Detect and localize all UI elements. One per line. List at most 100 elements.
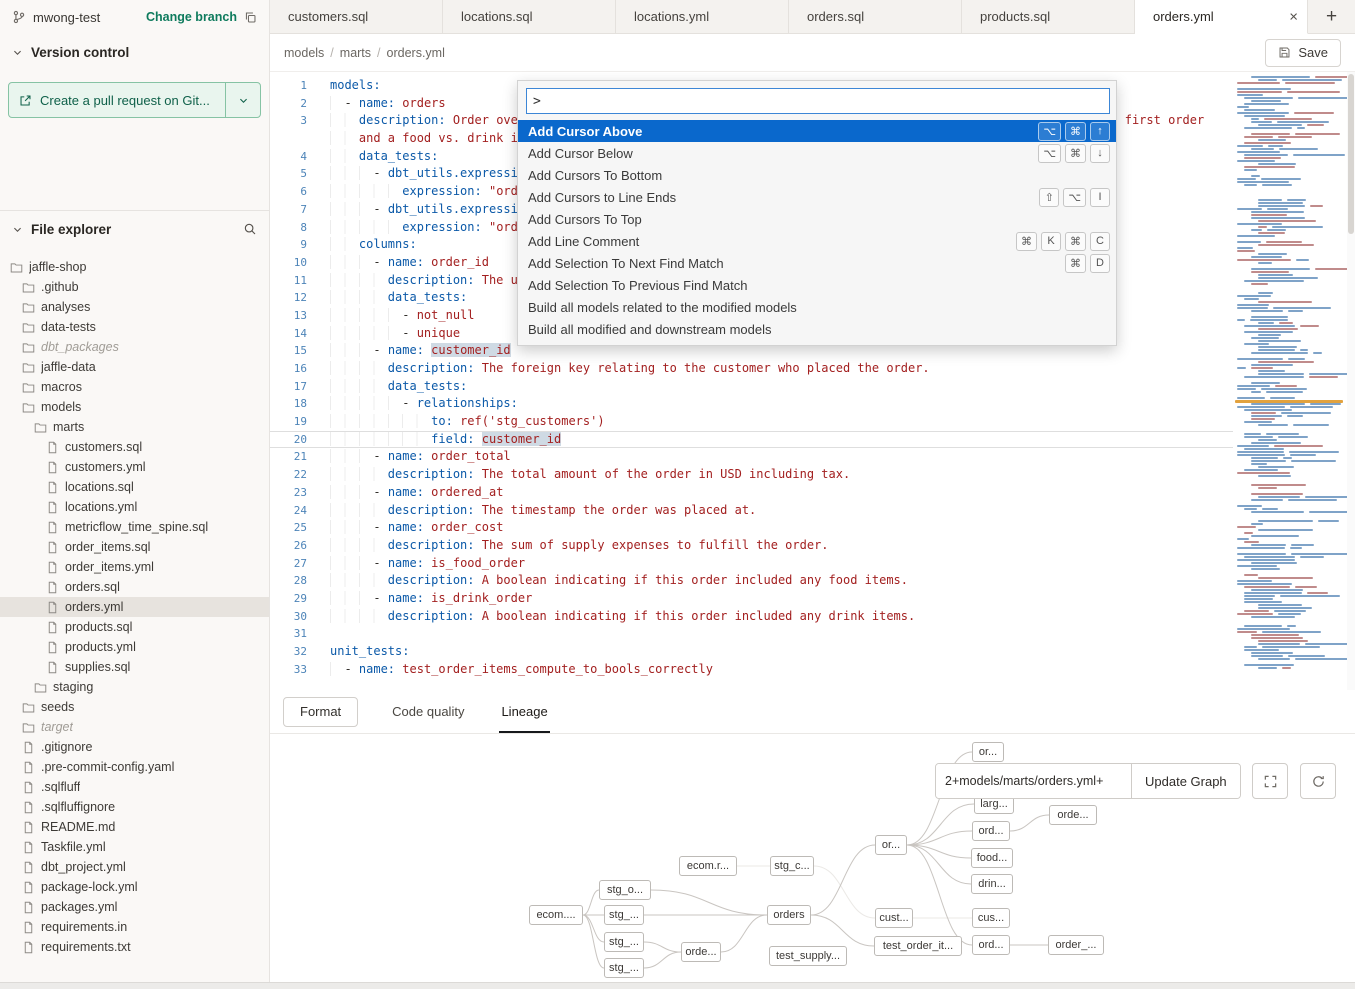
code-line[interactable]: 25 - name: order_cost (270, 519, 1233, 537)
tree-folder-.github[interactable]: .github (0, 277, 269, 297)
lineage-node[interactable]: stg_o... (599, 880, 651, 900)
line-number[interactable]: 13 (270, 307, 316, 325)
tree-folder-macros[interactable]: macros (0, 377, 269, 397)
create-pr-button[interactable]: Create a pull request on Git... (8, 82, 261, 118)
line-number[interactable]: 6 (270, 183, 316, 201)
tree-file-dbt_project.yml[interactable]: dbt_project.yml (0, 857, 269, 877)
tree-folder-data-tests[interactable]: data-tests (0, 317, 269, 337)
lineage-node[interactable]: ecom.r... (679, 856, 737, 876)
lineage-node[interactable]: stg_... (604, 905, 644, 925)
tree-file-orders.yml[interactable]: orders.yml (0, 597, 269, 617)
tree-file-.sqlfluffignore[interactable]: .sqlfluffignore (0, 797, 269, 817)
tree-file-.sqlfluff[interactable]: .sqlfluff (0, 777, 269, 797)
code-line[interactable]: 28 description: A boolean indicating if … (270, 572, 1233, 590)
tree-folder-staging[interactable]: staging (0, 677, 269, 697)
code-line[interactable]: 20 field: customer_id (270, 431, 1233, 449)
tab-code-quality[interactable]: Code quality (390, 690, 466, 733)
line-number[interactable]: 1 (270, 77, 316, 95)
tree-folder-marts[interactable]: marts (0, 417, 269, 437)
line-number[interactable] (270, 130, 316, 148)
line-number[interactable]: 12 (270, 289, 316, 307)
palette-item[interactable]: Add Selection To Previous Find Match (518, 274, 1116, 296)
line-number[interactable]: 18 (270, 395, 316, 413)
line-number[interactable]: 29 (270, 590, 316, 608)
line-number[interactable]: 28 (270, 572, 316, 590)
tree-file-products.sql[interactable]: products.sql (0, 617, 269, 637)
copy-icon[interactable] (244, 11, 257, 24)
tree-file-.gitignore[interactable]: .gitignore (0, 737, 269, 757)
tree-folder-dbt_packages[interactable]: dbt_packages (0, 337, 269, 357)
line-number[interactable]: 2 (270, 95, 316, 113)
file-explorer-header[interactable]: File explorer (0, 211, 269, 247)
lineage-node[interactable]: food... (971, 848, 1013, 868)
code-line[interactable]: 19 to: ref('stg_customers') (270, 413, 1233, 431)
lineage-node[interactable]: order_... (1048, 935, 1104, 955)
version-control-header[interactable]: Version control (0, 34, 269, 70)
palette-item[interactable]: Add Cursors to Line Ends⇧⌥I (518, 186, 1116, 208)
line-number[interactable]: 32 (270, 643, 316, 661)
lineage-node[interactable]: test_order_it... (874, 936, 962, 956)
lineage-node[interactable]: orde... (681, 942, 721, 962)
palette-item[interactable]: Build all models related to the modified… (518, 296, 1116, 318)
line-number[interactable]: 23 (270, 484, 316, 502)
tree-folder-analyses[interactable]: analyses (0, 297, 269, 317)
tree-folder-models[interactable]: models (0, 397, 269, 417)
refresh-graph-button[interactable] (1300, 763, 1336, 799)
tree-file-customers.yml[interactable]: customers.yml (0, 457, 269, 477)
format-button[interactable]: Format (283, 697, 358, 727)
tab-orders.sql[interactable]: orders.sql (789, 0, 962, 33)
code-line[interactable]: 30 description: A boolean indicating if … (270, 608, 1233, 626)
line-number[interactable]: 5 (270, 165, 316, 183)
tree-file-requirements.in[interactable]: requirements.in (0, 917, 269, 937)
command-palette-input[interactable] (526, 88, 1110, 114)
line-number[interactable]: 4 (270, 148, 316, 166)
new-tab-button[interactable]: + (1308, 0, 1355, 33)
tree-file-orders.sql[interactable]: orders.sql (0, 577, 269, 597)
code-line[interactable]: 22 description: The total amount of the … (270, 466, 1233, 484)
horizontal-scrollbar[interactable] (0, 982, 1355, 989)
line-number[interactable]: 19 (270, 413, 316, 431)
lineage-node[interactable]: stg_... (604, 958, 644, 978)
lineage-node[interactable]: ecom.... (529, 905, 583, 925)
lineage-node[interactable]: cus... (972, 908, 1010, 928)
line-number[interactable]: 30 (270, 608, 316, 626)
tree-file-metricflow_time_spine.sql[interactable]: metricflow_time_spine.sql (0, 517, 269, 537)
tree-folder-seeds[interactable]: seeds (0, 697, 269, 717)
search-icon[interactable] (243, 222, 257, 236)
code-line[interactable]: 21 - name: order_total (270, 448, 1233, 466)
lineage-node[interactable]: ord... (972, 935, 1010, 955)
palette-item[interactable]: Add Cursors To Bottom (518, 164, 1116, 186)
tree-file-package-lock.yml[interactable]: package-lock.yml (0, 877, 269, 897)
editor-scrollbar[interactable] (1347, 72, 1355, 690)
line-number[interactable]: 26 (270, 537, 316, 555)
line-number[interactable]: 20 (270, 431, 316, 449)
lineage-node[interactable]: or... (875, 835, 907, 855)
tab-orders.yml[interactable]: orders.yml× (1135, 0, 1308, 34)
tree-file-order_items.sql[interactable]: order_items.sql (0, 537, 269, 557)
scrollbar-thumb[interactable] (1348, 74, 1354, 234)
line-number[interactable]: 14 (270, 325, 316, 343)
tree-file-Taskfile.yml[interactable]: Taskfile.yml (0, 837, 269, 857)
tree-file-locations.yml[interactable]: locations.yml (0, 497, 269, 517)
line-number[interactable]: 21 (270, 448, 316, 466)
tree-file-supplies.sql[interactable]: supplies.sql (0, 657, 269, 677)
lineage-node[interactable]: stg_c... (770, 856, 814, 876)
lineage-node[interactable]: test_supply... (769, 946, 847, 966)
fullscreen-button[interactable] (1252, 763, 1288, 799)
close-tab-icon[interactable]: × (1289, 8, 1298, 25)
palette-item[interactable]: Add Line Comment⌘K⌘C (518, 230, 1116, 252)
tree-folder-jaffle-shop[interactable]: jaffle-shop (0, 257, 269, 277)
lineage-node[interactable]: stg_... (604, 932, 644, 952)
code-line[interactable]: 18 - relationships: (270, 395, 1233, 413)
tree-file-locations.sql[interactable]: locations.sql (0, 477, 269, 497)
line-number[interactable]: 16 (270, 360, 316, 378)
code-line[interactable]: 16 description: The foreign key relating… (270, 360, 1233, 378)
line-number[interactable]: 10 (270, 254, 316, 272)
tab-locations.sql[interactable]: locations.sql (443, 0, 616, 33)
tree-file-packages.yml[interactable]: packages.yml (0, 897, 269, 917)
palette-item[interactable]: Add Cursors To Top (518, 208, 1116, 230)
line-number[interactable]: 11 (270, 272, 316, 290)
tree-file-order_items.yml[interactable]: order_items.yml (0, 557, 269, 577)
code-line[interactable]: 31 (270, 625, 1233, 643)
line-number[interactable]: 22 (270, 466, 316, 484)
